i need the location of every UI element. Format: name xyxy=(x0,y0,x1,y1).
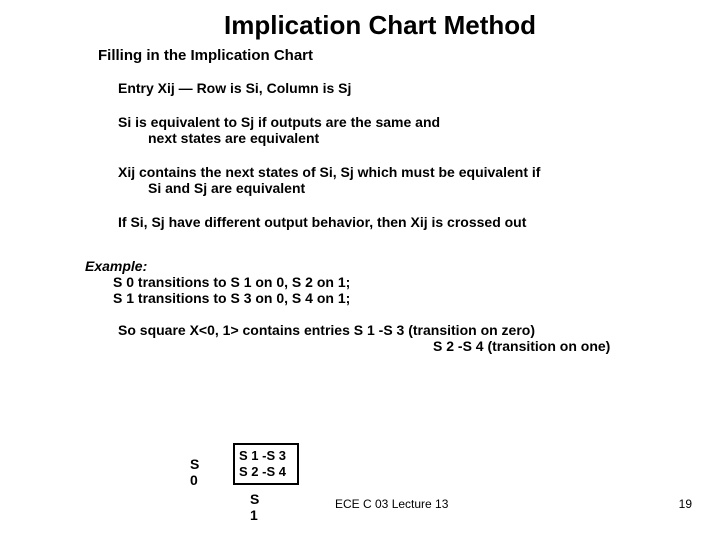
example-transition: S 1 transitions to S 3 on 0, S 4 on 1; xyxy=(113,290,720,306)
text-line: So square X<0, 1> contains entries S 1 -… xyxy=(118,322,720,338)
implication-cell: S 1 -S 3 S 2 -S 4 xyxy=(233,443,299,485)
state-label-s1: S 1 xyxy=(250,491,259,523)
crossout-rule: If Si, Sj have different output behavior… xyxy=(118,214,680,230)
state-label-s0: S 0 xyxy=(190,456,199,488)
footer-lecture: ECE C 03 Lecture 13 xyxy=(335,497,448,511)
cell-entry: S 1 -S 3 xyxy=(239,448,286,464)
result-block: So square X<0, 1> contains entries S 1 -… xyxy=(118,322,720,354)
text-line: next states are equivalent xyxy=(148,130,680,146)
entry-definition: Entry Xij — Row is Si, Column is Sj xyxy=(118,80,680,96)
equivalence-rule: Si is equivalent to Sj if outputs are th… xyxy=(118,114,680,146)
footer-page-number: 19 xyxy=(679,497,692,511)
example-transition: S 0 transitions to S 1 on 0, S 2 on 1; xyxy=(113,274,720,290)
cell-entry: S 2 -S 4 xyxy=(239,464,286,480)
text-line: Xij contains the next states of Si, Sj w… xyxy=(118,164,680,180)
section-subtitle: Filling in the Implication Chart xyxy=(98,47,720,64)
text-line: S 2 -S 4 (transition on one) xyxy=(433,338,720,354)
xij-contents: Xij contains the next states of Si, Sj w… xyxy=(118,164,680,196)
page-title: Implication Chart Method xyxy=(40,0,720,41)
text-line: Si and Sj are equivalent xyxy=(148,180,680,196)
text-line: Si is equivalent to Sj if outputs are th… xyxy=(118,114,680,130)
content-block: Entry Xij — Row is Si, Column is Sj Si i… xyxy=(118,80,680,230)
example-heading: Example: xyxy=(85,258,720,274)
example-block: Example: S 0 transitions to S 1 on 0, S … xyxy=(85,258,720,306)
